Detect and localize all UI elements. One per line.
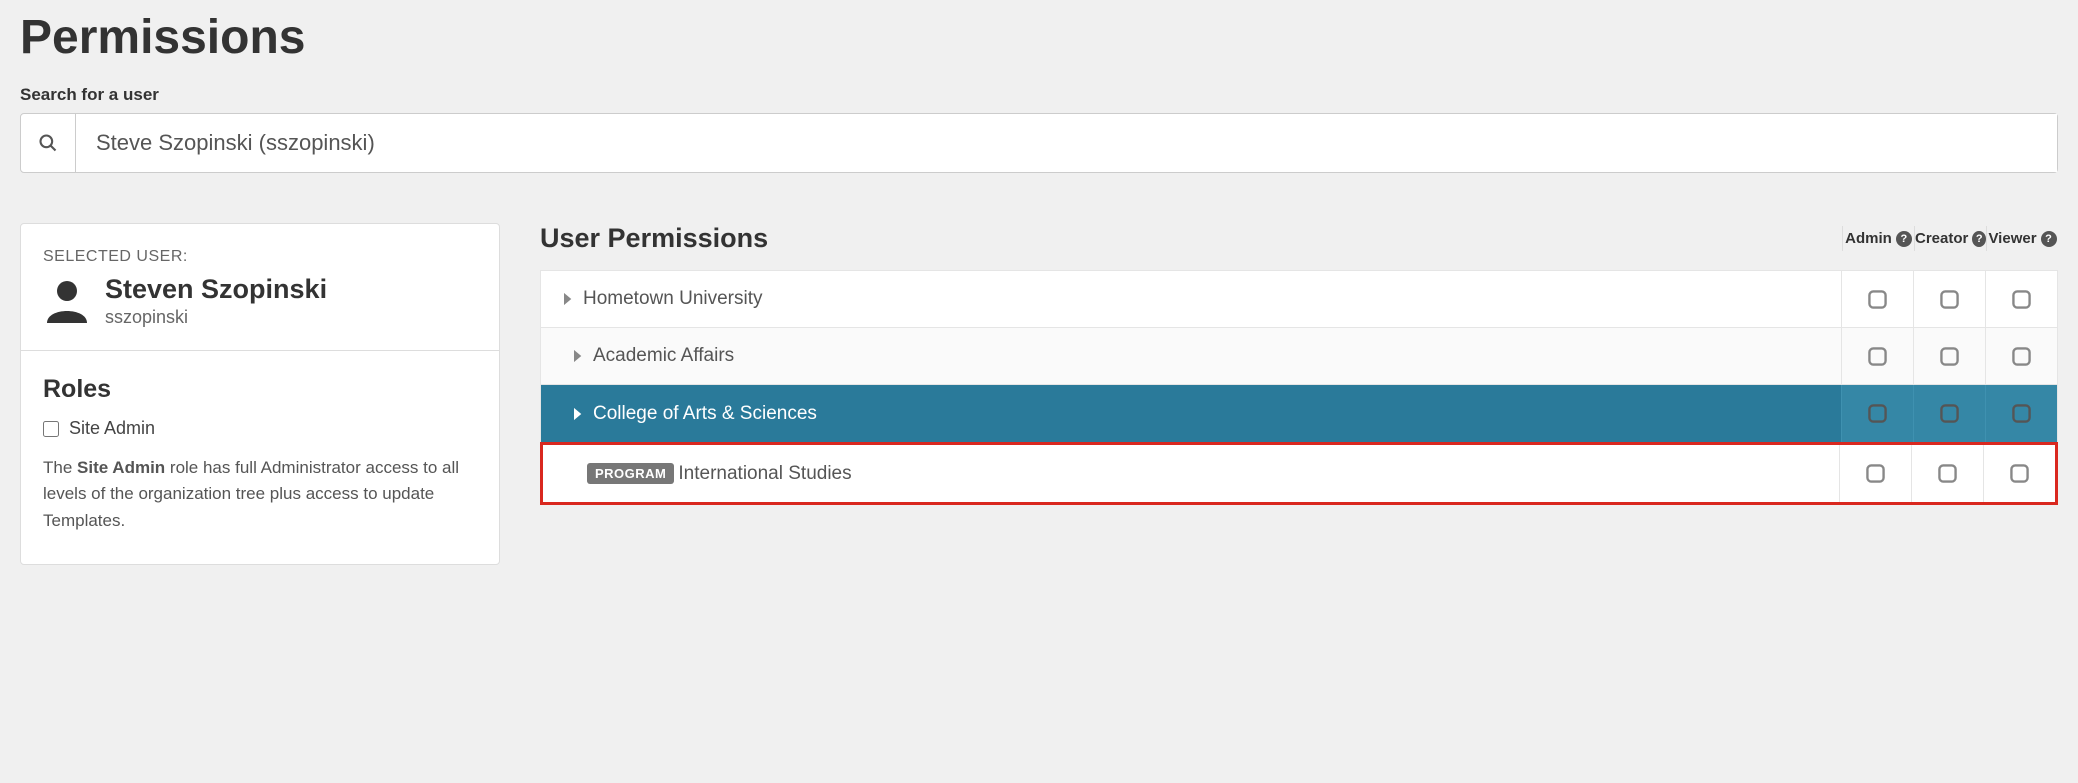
caret-right-icon[interactable] bbox=[571, 408, 583, 420]
viewer-checkbox[interactable] bbox=[1985, 385, 2057, 442]
creator-checkbox[interactable] bbox=[1913, 385, 1985, 442]
column-head-creator: Creator ? bbox=[1914, 226, 1986, 251]
selected-user-name: Steven Szopinski bbox=[105, 274, 327, 305]
caret-right-icon[interactable] bbox=[561, 293, 573, 305]
user-permissions-heading: User Permissions bbox=[540, 223, 1842, 254]
tree-row-label: Hometown University bbox=[583, 288, 763, 310]
user-permissions-panel: User Permissions Admin ? Creator ? Viewe… bbox=[540, 223, 2058, 505]
viewer-checkbox[interactable] bbox=[1985, 271, 2057, 327]
avatar-icon bbox=[43, 275, 91, 328]
search-input[interactable] bbox=[76, 114, 2057, 172]
highlighted-row-box: PROGRAM International Studies bbox=[540, 442, 2058, 505]
help-icon[interactable]: ? bbox=[1972, 231, 1986, 247]
creator-checkbox[interactable] bbox=[1913, 271, 1985, 327]
tree-row[interactable]: Academic Affairs bbox=[541, 328, 2057, 385]
viewer-checkbox[interactable] bbox=[1983, 445, 2055, 502]
viewer-checkbox[interactable] bbox=[1985, 328, 2057, 384]
admin-checkbox[interactable] bbox=[1839, 445, 1911, 502]
creator-checkbox[interactable] bbox=[1913, 328, 1985, 384]
tree-row-label: International Studies bbox=[678, 463, 851, 485]
tree-row[interactable]: PROGRAM International Studies bbox=[543, 445, 2055, 502]
program-badge: PROGRAM bbox=[587, 463, 674, 484]
column-head-viewer: Viewer ? bbox=[1986, 226, 2058, 251]
roles-heading: Roles bbox=[43, 375, 477, 404]
help-icon[interactable]: ? bbox=[2041, 231, 2057, 247]
tree-row[interactable]: Hometown University bbox=[541, 271, 2057, 328]
admin-checkbox[interactable] bbox=[1841, 328, 1913, 384]
selected-user-heading: SELECTED USER: bbox=[43, 248, 477, 266]
tree-row-label: Academic Affairs bbox=[593, 345, 734, 367]
search-box bbox=[20, 113, 2058, 173]
search-icon bbox=[21, 114, 76, 172]
site-admin-checkbox[interactable] bbox=[43, 421, 59, 437]
column-head-admin: Admin ? bbox=[1842, 226, 1914, 251]
admin-checkbox[interactable] bbox=[1841, 385, 1913, 442]
permissions-tree: Hometown University Academic bbox=[540, 270, 2058, 443]
search-label: Search for a user bbox=[20, 85, 2058, 105]
tree-row-label: College of Arts & Sciences bbox=[593, 403, 817, 425]
creator-checkbox[interactable] bbox=[1911, 445, 1983, 502]
page-title: Permissions bbox=[20, 10, 2058, 65]
site-admin-description: The Site Admin role has full Administrat… bbox=[43, 455, 477, 534]
selected-user-username: sszopinski bbox=[105, 307, 327, 328]
site-admin-checkbox-row[interactable]: Site Admin bbox=[43, 418, 477, 439]
help-icon[interactable]: ? bbox=[1896, 231, 1912, 247]
caret-right-icon[interactable] bbox=[571, 350, 583, 362]
admin-checkbox[interactable] bbox=[1841, 271, 1913, 327]
selected-user-panel: SELECTED USER: Steven Szopinski sszopins… bbox=[20, 223, 500, 565]
site-admin-label: Site Admin bbox=[69, 418, 155, 439]
tree-row[interactable]: College of Arts & Sciences bbox=[541, 385, 2057, 442]
